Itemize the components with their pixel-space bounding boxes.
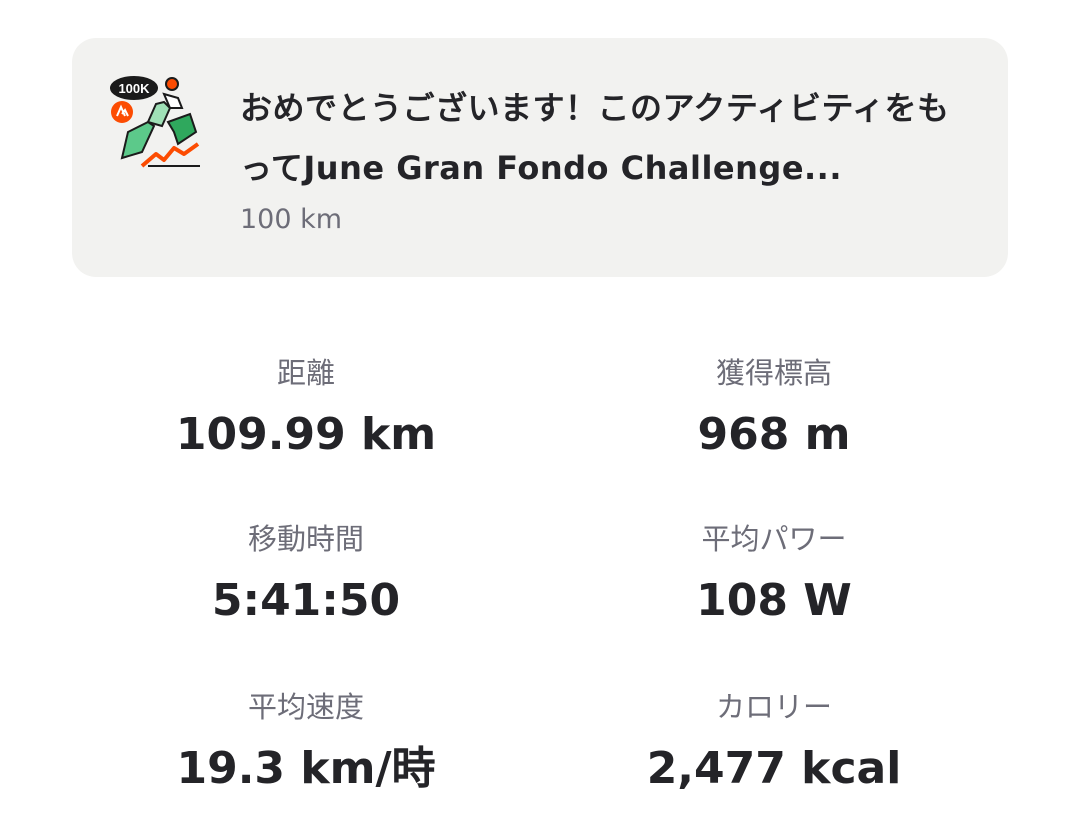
stat-average-power: 平均パワー 108 W <box>540 519 1008 629</box>
challenge-card[interactable]: 100K おめでとうございます！このアクティビティをもってJune Gran F… <box>72 38 1008 277</box>
stat-elevation-gain: 獲得標高 968 m <box>540 353 1008 463</box>
stat-label: 獲得標高 <box>715 356 832 390</box>
stat-value: 108 W <box>696 575 852 626</box>
stat-value: 19.3 km/時 <box>176 743 436 794</box>
stat-label: 平均速度 <box>247 690 364 724</box>
challenge-badge-100k-icon: 100K <box>108 74 204 170</box>
challenge-text: おめでとうございます！このアクティビティをもってJune Gran Fondo … <box>240 78 960 240</box>
stat-label: カロリー <box>715 690 832 724</box>
challenge-title: おめでとうございます！このアクティビティをもってJune Gran Fondo … <box>240 89 950 187</box>
stat-label: 移動時間 <box>247 522 364 556</box>
stat-value: 968 m <box>697 409 851 460</box>
stat-average-speed: 平均速度 19.3 km/時 <box>72 687 540 797</box>
stat-distance: 距離 109.99 km <box>72 353 540 463</box>
stat-calories: カロリー 2,477 kcal <box>540 687 1008 797</box>
challenge-subtitle: 100 km <box>240 204 343 235</box>
stat-label: 平均パワー <box>701 522 847 556</box>
stat-value: 2,477 kcal <box>646 743 902 794</box>
stat-label: 距離 <box>276 356 335 390</box>
stat-moving-time: 移動時間 5:41:50 <box>72 519 540 629</box>
stat-value: 5:41:50 <box>211 575 401 626</box>
svg-text:100K: 100K <box>118 81 150 96</box>
stat-value: 109.99 km <box>175 409 437 460</box>
activity-stats: 距離 109.99 km 獲得標高 968 m 移動時間 5:41:50 平均パ… <box>72 345 1008 825</box>
